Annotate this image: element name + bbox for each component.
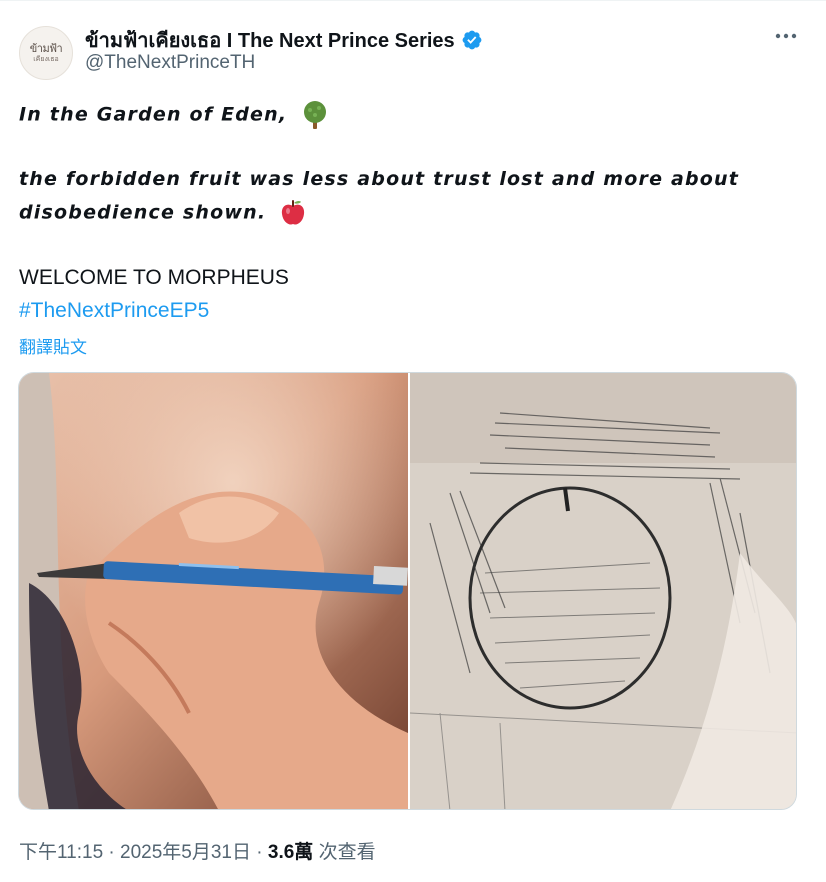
red-apple-emoji-icon bbox=[281, 200, 305, 225]
hand-sketching-photo[interactable] bbox=[19, 373, 408, 810]
views-count: 3.6萬 bbox=[267, 842, 314, 863]
verified-badge-icon bbox=[462, 30, 482, 50]
meta-separator-2: · bbox=[256, 842, 263, 863]
top-divider bbox=[0, 0, 826, 1]
tree-emoji-icon bbox=[304, 101, 327, 129]
tweet-text-line-1: In the Garden of Eden, bbox=[19, 100, 329, 130]
tweet-text-line-3-text: disobedience shown. bbox=[19, 201, 267, 224]
tweet-text-line-4: WELCOME TO MORPHEUS bbox=[19, 266, 289, 289]
translate-post-link[interactable]: 翻譯貼文 bbox=[19, 333, 87, 358]
media-container bbox=[18, 372, 797, 810]
meta-separator: · bbox=[108, 842, 115, 863]
avatar-text-line2: เคียงเธอ bbox=[33, 55, 59, 63]
hashtag-link[interactable]: #TheNextPrinceEP5 bbox=[19, 299, 209, 323]
tweet-meta: 下午11:15 · 2025年5月31日 · 3.6萬 次查看 bbox=[19, 837, 376, 864]
tweet-text-line-1-text: In the Garden of Eden, bbox=[19, 103, 288, 126]
tweet-date[interactable]: 2025年5月31日 bbox=[120, 842, 251, 863]
views-label: 次查看 bbox=[318, 842, 376, 863]
avatar[interactable]: ข้ามฟ้า เคียงเธอ bbox=[19, 26, 73, 80]
more-horizontal-icon[interactable] bbox=[773, 26, 799, 46]
tweet-text-line-2: the forbidden fruit was less about trust… bbox=[19, 168, 740, 190]
tweet-text-line-3: disobedience shown. bbox=[19, 199, 306, 227]
apple-pencil-sketch-photo[interactable] bbox=[410, 373, 797, 810]
tweet-time[interactable]: 下午11:15 bbox=[19, 842, 103, 863]
author-handle[interactable]: @TheNextPrinceTH bbox=[85, 52, 255, 74]
